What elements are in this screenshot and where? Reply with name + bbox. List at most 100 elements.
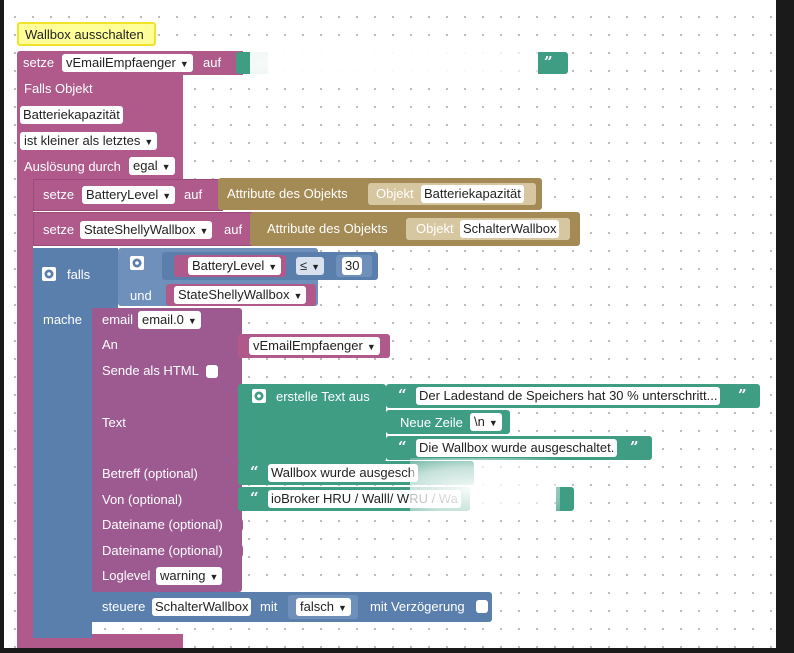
chevron-down-icon: ▼ — [209, 572, 219, 582]
attr-label: Attribute des Objekts — [267, 221, 388, 236]
newline-block[interactable]: Neue Zeile \n ▼ — [386, 410, 510, 434]
gear-icon[interactable] — [130, 256, 144, 270]
var-dropdown-battery-get[interactable]: BatteryLevel ▼ — [188, 257, 282, 275]
setze-label: setze — [43, 222, 75, 237]
if-block[interactable]: falls — [33, 248, 118, 308]
chevron-down-icon: ▼ — [162, 191, 172, 201]
blur-overlay — [410, 458, 560, 516]
loglevel-label: Loglevel — [102, 568, 151, 583]
quote-open-icon: “ — [250, 489, 259, 507]
quote-close-icon: ” — [630, 438, 639, 456]
object-block-battery[interactable]: Objekt Batteriekapazität — [368, 183, 536, 205]
chevron-down-icon: ▼ — [144, 137, 154, 147]
dateiname1-socket[interactable] — [233, 518, 243, 532]
auf-label: auf — [224, 222, 243, 237]
text-line2-block[interactable]: “ Die Wallbox wurde ausgeschaltet. ” — [386, 436, 652, 460]
control-block[interactable]: steuere SchalterWallbox mit falsch ▼ mit … — [92, 592, 492, 622]
quote-open-icon: “ — [250, 463, 259, 481]
text-block-end[interactable]: ” — [538, 52, 568, 74]
dateiname2-socket[interactable] — [233, 544, 243, 558]
falls-objekt-label: Falls Objekt — [24, 81, 93, 96]
chevron-down-icon: ▼ — [311, 262, 321, 272]
var-dropdown-battery[interactable]: BatteryLevel ▼ — [82, 186, 176, 204]
bool-dropdown[interactable]: falsch ▼ — [296, 598, 351, 616]
falls-label: falls — [67, 267, 91, 282]
von-label: Von (optional) — [102, 492, 183, 507]
text-line2-field[interactable]: Die Wallbox wurde ausgeschaltet. — [416, 439, 618, 457]
trigger-object-field[interactable]: Batteriekapazität — [20, 106, 123, 124]
objekt-label: Objekt — [376, 186, 414, 201]
var-dropdown-state-get[interactable]: StateShellyWallbox ▼ — [174, 286, 307, 304]
set-state-shelly-block[interactable]: setze StateShellyWallbox ▼ auf — [33, 212, 255, 246]
chevron-down-icon: ▼ — [179, 59, 189, 69]
loglevel-dropdown[interactable]: warning ▼ — [156, 567, 223, 585]
email-instance-dropdown[interactable]: email.0 ▼ — [138, 311, 201, 329]
ausloesung-label: Auslösung durch — [24, 159, 121, 174]
trigger-spine — [17, 179, 33, 650]
condition-dropdown[interactable]: ist kleiner als letztes ▼ — [20, 132, 158, 150]
chevron-down-icon: ▼ — [366, 342, 376, 352]
trigger-block[interactable]: Falls Objekt Batteriekapazität ist klein… — [17, 75, 183, 179]
number-block[interactable]: 30 — [336, 255, 372, 277]
var-dropdown-email[interactable]: vEmailEmpfaenger ▼ — [62, 54, 193, 72]
window-frame-left — [0, 0, 4, 653]
neue-zeile-label: Neue Zeile — [400, 415, 463, 430]
chevron-down-icon: ▼ — [488, 418, 498, 428]
betreff-label: Betreff (optional) — [102, 466, 198, 481]
chevron-down-icon: ▼ — [293, 291, 303, 301]
erstelle-label: erstelle Text aus — [276, 389, 370, 404]
var-getter-state[interactable]: StateShellyWallbox ▼ — [166, 284, 316, 306]
dateiname1-label: Dateiname (optional) — [102, 517, 223, 532]
window-frame-bottom — [0, 648, 794, 653]
join-text-block[interactable]: erstelle Text aus — [238, 384, 386, 462]
var-dropdown-state[interactable]: StateShellyWallbox ▼ — [80, 221, 213, 239]
set-battery-level-block[interactable]: setze BatteryLevel ▼ auf — [33, 179, 223, 211]
auf-label: auf — [184, 187, 203, 202]
if-spine — [33, 308, 92, 638]
an-label: An — [102, 337, 118, 352]
und-label: und — [130, 288, 152, 303]
delay-label: mit Verzögerung — [370, 599, 465, 614]
blur-overlay — [250, 40, 540, 84]
attr-block-state[interactable]: Attribute des Objekts Objekt SchalterWal… — [250, 212, 580, 246]
object-field-state[interactable]: SchalterWallbox — [460, 220, 560, 238]
var-getter-battery[interactable]: BatteryLevel ▼ — [174, 255, 286, 277]
quote-close-icon: ” — [544, 53, 553, 71]
email-block[interactable]: email email.0 ▼ An Sende als HTML Text Be… — [92, 308, 242, 592]
object-block-state[interactable]: Objekt SchalterWallbox — [406, 218, 570, 240]
quote-open-icon: “ — [398, 438, 407, 456]
ausloesung-dropdown[interactable]: egal ▼ — [129, 157, 175, 175]
email-label: email — [102, 312, 134, 327]
object-field-battery[interactable]: Batteriekapazität — [421, 185, 524, 203]
chevron-down-icon: ▼ — [187, 316, 197, 326]
gear-icon[interactable] — [42, 267, 56, 281]
control-object-field[interactable]: SchalterWallbox — [152, 598, 252, 616]
compare-block[interactable]: BatteryLevel ▼ ≤ ▼ 30 — [162, 252, 378, 280]
html-label: Sende als HTML — [102, 363, 199, 378]
attr-block-battery[interactable]: Attribute des Objekts Objekt Batteriekap… — [218, 178, 542, 210]
operator-dropdown[interactable]: ≤ ▼ — [296, 257, 325, 275]
setze-label: setze — [43, 187, 75, 202]
betreff-field[interactable]: Wallbox wurde ausgesch — [268, 464, 419, 482]
steuere-label: steuere — [102, 599, 146, 614]
newline-dropdown[interactable]: \n ▼ — [470, 413, 502, 431]
number-field[interactable]: 30 — [342, 257, 363, 275]
attr-label: Attribute des Objekts — [227, 186, 348, 201]
gear-icon[interactable] — [252, 389, 266, 403]
text-line1-block[interactable]: “ Der Ladestand de Speichers hat 30 % un… — [386, 384, 760, 408]
set-email-recipient-block[interactable]: setze vEmailEmpfaenger ▼ auf — [17, 51, 243, 75]
auf-label: auf — [203, 55, 222, 70]
chevron-down-icon: ▼ — [199, 226, 209, 236]
comment-block[interactable]: Wallbox ausschalten — [17, 22, 156, 46]
window-frame-right — [776, 0, 794, 653]
bool-block[interactable]: falsch ▼ — [288, 595, 358, 619]
chevron-down-icon: ▼ — [337, 603, 347, 613]
an-var-block[interactable]: vEmailEmpfaenger ▼ — [238, 334, 390, 358]
html-checkbox[interactable] — [206, 365, 218, 378]
mache-label: mache — [43, 312, 83, 327]
an-var-dropdown[interactable]: vEmailEmpfaenger ▼ — [249, 337, 380, 355]
text-label: Text — [102, 415, 126, 430]
delay-checkbox[interactable] — [476, 600, 488, 613]
quote-open-icon: “ — [398, 386, 407, 404]
text-line1-field[interactable]: Der Ladestand de Speichers hat 30 % unte… — [416, 387, 721, 405]
